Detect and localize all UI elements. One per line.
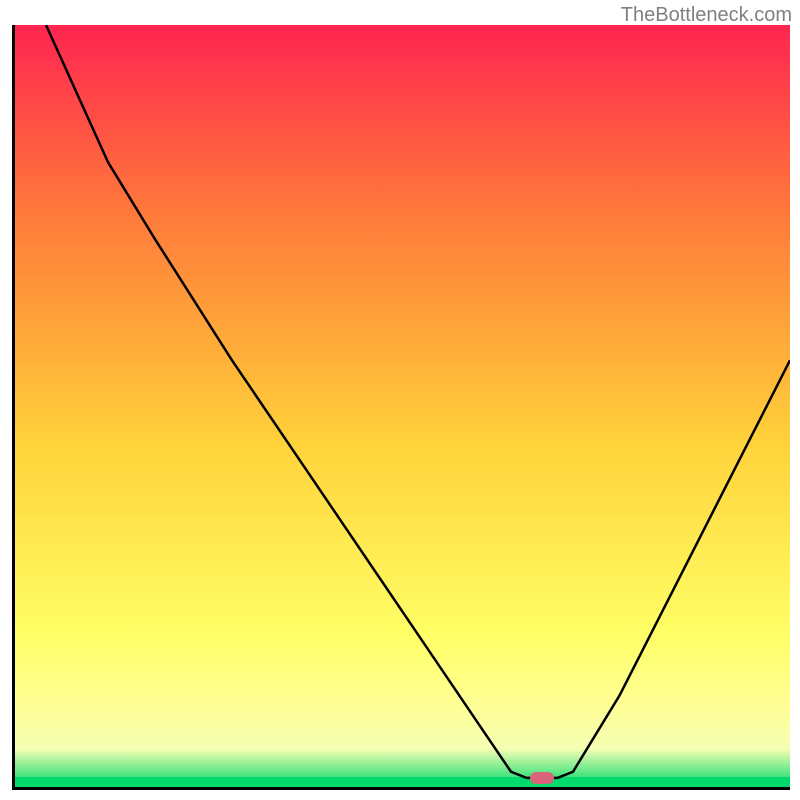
watermark-label: TheBottleneck.com [621,4,792,27]
plot-area [12,25,790,790]
bottleneck-chart: TheBottleneck.com [0,0,800,800]
optimal-point-marker [530,772,554,784]
bottleneck-curve [15,25,790,787]
